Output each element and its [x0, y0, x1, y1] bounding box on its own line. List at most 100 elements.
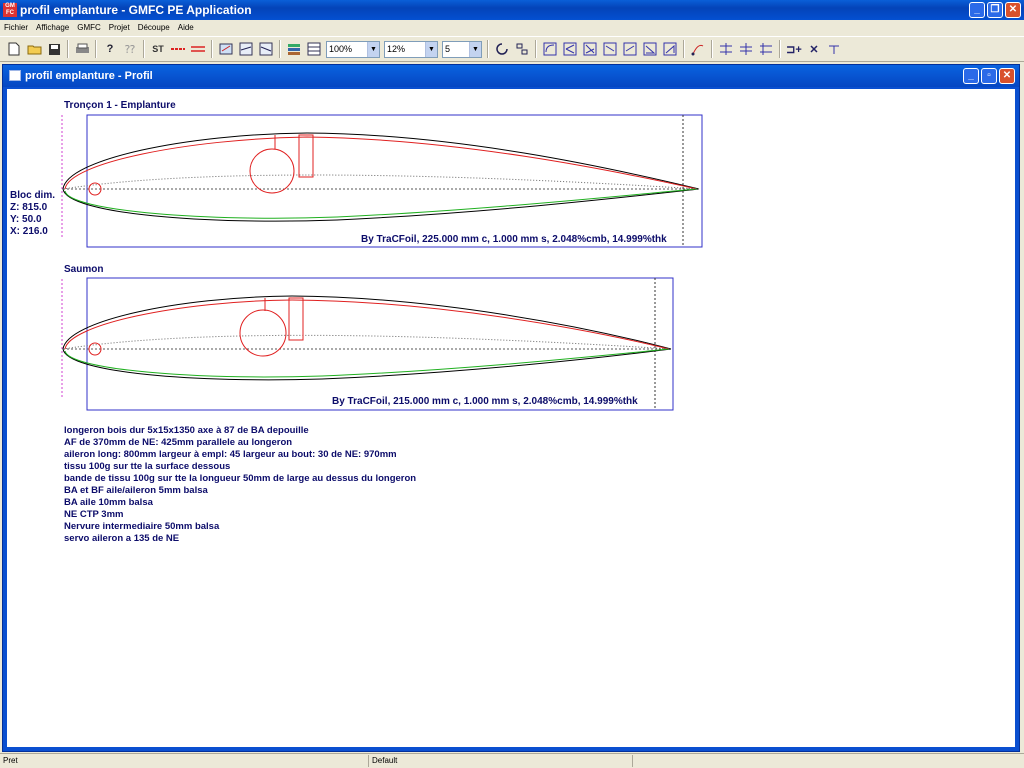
toolbar-separator: [95, 40, 97, 58]
note-line: servo aileron a 135 de NE: [64, 533, 180, 544]
bloc-z: Z: 815.0: [10, 202, 48, 213]
add-point-icon[interactable]: ⊐+: [786, 41, 802, 57]
status-text: Pret: [3, 756, 18, 765]
root-camber-line: [62, 174, 700, 190]
root-lower-outline: [62, 188, 700, 222]
thickness-value: 12%: [387, 44, 406, 54]
count-value: 5: [445, 44, 451, 54]
profile-window-titlebar[interactable]: profil emplanture - Profil _ ▫ ✕: [3, 65, 1019, 87]
toolbar-separator: [711, 40, 713, 58]
open-folder-icon[interactable]: [26, 41, 42, 57]
note-line: NE CTP 3mm: [64, 509, 124, 520]
profile-align-icon[interactable]: [238, 41, 254, 57]
curve-tool-3-icon[interactable]: [582, 41, 598, 57]
minimize-button[interactable]: _: [969, 2, 985, 18]
menu-fichier[interactable]: Fichier: [4, 23, 28, 32]
profile-canvas[interactable]: Tronçon 1 - Emplanture By TraCFoil, 225.…: [7, 89, 1015, 747]
toolbar-separator: [683, 40, 685, 58]
curve-tool-6-icon[interactable]: [642, 41, 658, 57]
layers-icon[interactable]: [286, 41, 302, 57]
status-divider: [632, 755, 633, 767]
close-button[interactable]: ✕: [1005, 2, 1021, 18]
profile-tip: [61, 277, 674, 411]
profile-window: profil emplanture - Profil _ ▫ ✕ Tronçon…: [2, 64, 1020, 752]
app-title: profil emplanture - GMFC PE Application: [20, 3, 252, 17]
child-minimize-button[interactable]: _: [963, 68, 979, 84]
chevron-down-icon[interactable]: ▼: [469, 41, 481, 57]
tip-lower-curve: [64, 348, 670, 378]
grid-icon[interactable]: [306, 41, 322, 57]
note-line: bande de tissu 100g sur tte la longueur …: [64, 473, 417, 484]
chevron-down-icon[interactable]: ▼: [367, 41, 379, 57]
note-line: longeron bois dur 5x15x1350 axe à 87 de …: [64, 425, 309, 436]
bloc-y: Y: 50.0: [10, 214, 42, 225]
root-upper-curve: [64, 136, 698, 190]
toolbar: ? ⁇ ST 100% ▼ 12% ▼ 5 ▼ ⊐+ ✕: [0, 36, 1024, 62]
align-left-icon[interactable]: [718, 41, 734, 57]
count-select[interactable]: 5 ▼: [442, 40, 482, 58]
tip-spar-box: [288, 297, 304, 341]
notes-block: longeron bois dur 5x15x1350 axe à 87 de …: [64, 425, 416, 545]
root-spar-box: [298, 134, 314, 178]
status-bar: Pret Default: [0, 753, 1024, 768]
profile-root: [61, 114, 703, 248]
menu-affichage[interactable]: Affichage: [36, 23, 69, 32]
child-close-button[interactable]: ✕: [999, 68, 1015, 84]
chevron-down-icon[interactable]: ▼: [425, 41, 437, 57]
align-right-icon[interactable]: [758, 41, 774, 57]
menu-projet[interactable]: Projet: [109, 23, 130, 32]
root-spar-circle: [249, 148, 295, 194]
status-divider: [368, 755, 369, 767]
root-lower-curve: [64, 188, 698, 219]
restore-button[interactable]: ❐: [987, 2, 1003, 18]
whats-this-icon[interactable]: ⁇: [122, 41, 138, 57]
root-profile-heading: Tronçon 1 - Emplanture: [64, 100, 176, 111]
align-center-icon[interactable]: [738, 41, 754, 57]
bloc-title: Bloc dim.: [10, 190, 56, 201]
menu-gmfc[interactable]: GMFC: [77, 23, 101, 32]
zoom-select[interactable]: 100% ▼: [326, 40, 380, 58]
toolbar-separator: [143, 40, 145, 58]
toolbar-separator: [535, 40, 537, 58]
print-icon[interactable]: [74, 41, 90, 57]
note-line: tissu 100g sur tte la surface dessous: [64, 461, 231, 472]
curve-tool-5-icon[interactable]: [622, 41, 638, 57]
note-line: BA et BF aile/aileron 5mm balsa: [64, 485, 208, 496]
save-icon[interactable]: [46, 41, 62, 57]
tip-upper-outline: [62, 295, 672, 350]
menu-aide[interactable]: Aide: [178, 23, 194, 32]
window-icon: [9, 70, 21, 81]
rotate-icon[interactable]: [494, 41, 510, 57]
profile-flip-icon[interactable]: [258, 41, 274, 57]
status-profile: Default: [372, 756, 398, 765]
new-file-icon[interactable]: [6, 41, 22, 57]
curve-tool-1-icon[interactable]: [542, 41, 558, 57]
tip-upper-curve: [64, 299, 670, 350]
thickness-select[interactable]: 12% ▼: [384, 40, 438, 58]
help-icon[interactable]: ?: [102, 41, 118, 57]
app-titlebar[interactable]: GM FC profil emplanture - GMFC PE Applic…: [0, 0, 1024, 20]
toolbar-separator: [67, 40, 69, 58]
tip-profile-caption: By TraCFoil, 215.000 mm c, 1.000 mm s, 2…: [332, 396, 638, 407]
text-tool-icon[interactable]: ST: [150, 41, 166, 57]
toolbar-separator: [211, 40, 213, 58]
line-double-icon[interactable]: [190, 41, 206, 57]
delete-point-icon[interactable]: ✕: [806, 41, 822, 57]
root-upper-outline: [62, 132, 700, 190]
note-line: BA aile 10mm balsa: [64, 497, 153, 508]
bloc-x: X: 216.0: [10, 226, 48, 237]
spline-icon[interactable]: [690, 41, 706, 57]
toolbar-separator: [779, 40, 781, 58]
child-maximize-button[interactable]: ▫: [981, 68, 997, 84]
menu-decoupe[interactable]: Découpe: [138, 23, 170, 32]
menu-bar: Fichier Affichage GMFC Projet Découpe Ai…: [0, 20, 1024, 34]
profile-edit-icon[interactable]: [218, 41, 234, 57]
swap-icon[interactable]: [514, 41, 530, 57]
line-red-icon[interactable]: [170, 41, 186, 57]
note-line: aileron long: 800mm largeur à empl: 45 l…: [64, 449, 397, 460]
note-line: Nervure intermediaire 50mm balsa: [64, 521, 220, 532]
curve-tool-2-icon[interactable]: [562, 41, 578, 57]
curve-tool-4-icon[interactable]: [602, 41, 618, 57]
curve-tool-7-icon[interactable]: [662, 41, 678, 57]
measure-icon[interactable]: [826, 41, 842, 57]
